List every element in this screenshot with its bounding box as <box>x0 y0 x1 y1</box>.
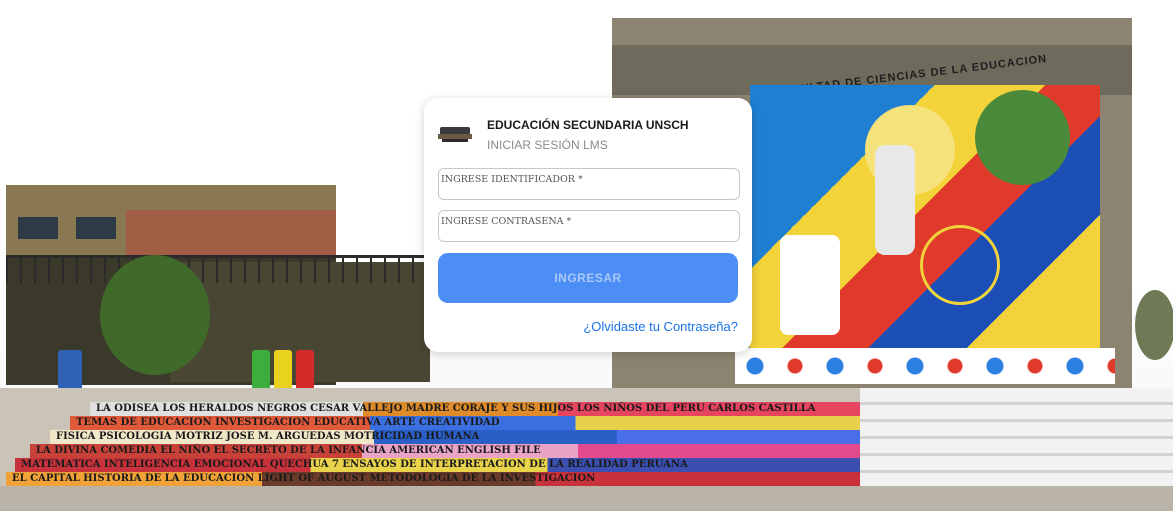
stair-step: FISICA PSICOLOGIA MOTRIZ JOSE M. ARGUEDA… <box>50 430 860 444</box>
stair-step: LA ODISEA LOS HERALDOS NEGROS CESAR VALL… <box>90 402 870 416</box>
building-window <box>18 217 58 239</box>
ground <box>0 486 1173 511</box>
tree <box>1135 290 1173 360</box>
app-title: EDUCACIÓN SECUNDARIA UNSCH <box>487 118 689 132</box>
password-field <box>438 206 740 242</box>
mural-flower-border <box>735 348 1115 384</box>
mural-child-figure <box>975 90 1070 185</box>
railing <box>6 255 426 283</box>
identifier-field <box>438 164 740 200</box>
mural-painting <box>750 85 1100 350</box>
password-input[interactable] <box>439 206 739 237</box>
app-subtitle: INICIAR SESIÓN LMS <box>487 138 608 152</box>
mural-torch <box>875 145 915 255</box>
forgot-password-link[interactable]: ¿Olvidaste tu Contraseña? <box>583 319 738 334</box>
recycling-bin <box>274 350 292 390</box>
login-button[interactable]: INGRESAR <box>438 253 738 303</box>
tree <box>100 255 210 375</box>
building-brick-wall <box>126 210 336 255</box>
stair-step: LA DIVINA COMEDIA EL NIÑO EL SECRETO DE … <box>30 444 860 458</box>
login-card: EDUCACIÓN SECUNDARIA UNSCH INICIAR SESIÓ… <box>424 98 752 352</box>
mural-white-panel <box>780 235 840 335</box>
recycling-bin <box>58 350 82 390</box>
stair-step: MATEMATICA INTELIGENCIA EMOCIONAL QUECHU… <box>15 458 860 472</box>
unsch-logo-icon <box>438 127 472 142</box>
recycling-bin <box>296 350 314 390</box>
building-window <box>76 217 116 239</box>
identifier-input[interactable] <box>439 164 739 195</box>
mural-rings <box>920 225 1000 305</box>
recycling-bin <box>252 350 270 390</box>
stair-step: TEMAS DE EDUCACION INVESTIGACION EDUCATI… <box>70 416 860 430</box>
